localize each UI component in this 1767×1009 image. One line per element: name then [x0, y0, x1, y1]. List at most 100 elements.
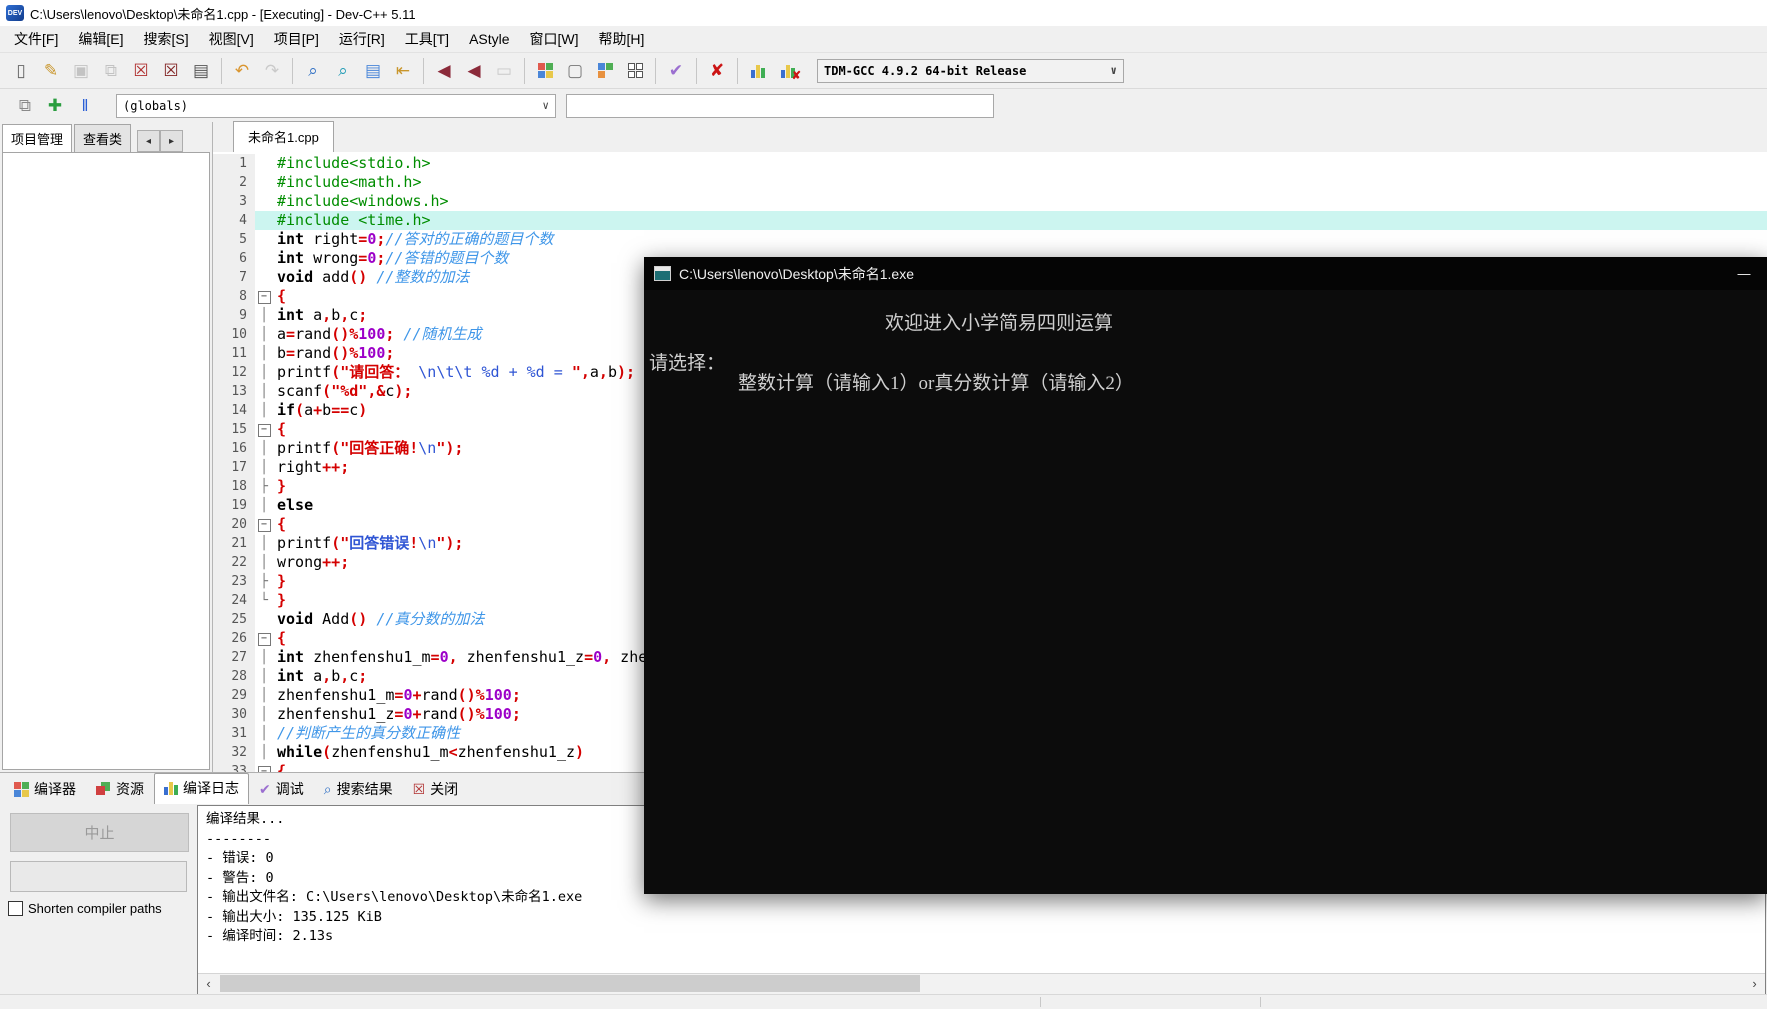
profile-button[interactable] [744, 57, 772, 85]
forward-button[interactable]: ◀ [460, 57, 488, 85]
console-output[interactable]: 欢迎进入小学简易四则运算 请选择： 整数计算（请输入1）or真分数计算（请输入2） [644, 290, 1767, 894]
fold-toggle[interactable]: − [255, 629, 273, 648]
line-number: 4 [213, 211, 255, 230]
title-bar: DEV C:\Users\lenovo\Desktop\未命名1.cpp - [… [0, 0, 1767, 26]
console-title-bar[interactable]: C:\Users\lenovo\Desktop\未命名1.exe — [644, 257, 1767, 290]
scrollbar-thumb[interactable] [220, 975, 920, 992]
package-manager-button[interactable] [621, 57, 649, 85]
bottom-tab-1[interactable]: 资源 [86, 774, 154, 803]
abort-button[interactable]: 中止 [10, 813, 189, 852]
undo-icon: ↶ [234, 61, 250, 80]
redo-button[interactable]: ↷ [258, 57, 286, 85]
member-select[interactable] [566, 93, 994, 118]
bottom-tab-3[interactable]: ✔ 调试 [249, 774, 314, 803]
fold-toggle[interactable]: − [255, 287, 273, 306]
goto-definition-button[interactable]: ▭ [490, 57, 518, 85]
menu-item-1[interactable]: 编辑[E] [68, 26, 133, 52]
fold-margin: │ [260, 403, 268, 418]
bottom-tab-0[interactable]: 编译器 [4, 774, 86, 803]
code-line-3[interactable]: 3 #include<windows.h> [213, 192, 1767, 211]
fold-margin: ├ [260, 574, 268, 589]
fold-margin: │ [260, 327, 268, 342]
log-line-6: - 编译时间: 2.13s [206, 928, 334, 944]
fold-toggle[interactable]: − [255, 515, 273, 534]
fold-margin: └ [260, 593, 268, 608]
fold-toggle[interactable]: − [255, 762, 273, 772]
goto-line-icon: ⇤ [395, 61, 411, 80]
tab-scroll-left-button[interactable]: ◂ [137, 130, 161, 152]
goto-line-button[interactable]: ⇤ [389, 57, 417, 85]
code-line-2[interactable]: 2 #include<math.h> [213, 173, 1767, 192]
abort-compile-button[interactable]: ✘ [703, 57, 731, 85]
fold-margin: │ [260, 745, 268, 760]
fold-margin: │ [260, 384, 268, 399]
menu-item-6[interactable]: 工具[T] [395, 26, 459, 52]
menu-item-2[interactable]: 搜索[S] [133, 26, 198, 52]
main-toolbar: ▯ ✎ ▣ ⧉ ☒ ☒ ▤ ↶ ↷ ⌕ ⌕ ▤ ⇤ ◀ ◀ ▭ ▢ ✔ ✘ ✘ TDM-GCC 4.9.2 64-bi… [0, 52, 1767, 88]
toolbar-separator [696, 57, 697, 84]
undo-button[interactable]: ↶ [228, 57, 256, 85]
menu-item-0[interactable]: 文件[F] [4, 26, 68, 52]
menu-item-9[interactable]: 帮助[H] [589, 26, 655, 52]
back-button[interactable]: ◀ [430, 57, 458, 85]
code-line-1[interactable]: 1 #include<stdio.h> [213, 154, 1767, 173]
close-file-button[interactable]: ☒ [127, 57, 155, 85]
menu-item-4[interactable]: 项目[P] [264, 26, 329, 52]
log-line-5: - 输出大小: 135.125 KiB [206, 908, 382, 925]
new-source-button[interactable]: ▢ [561, 57, 589, 85]
code-text: #include<stdio.h> [277, 154, 431, 172]
code-text: int right=0;//答对的正确的题目个数 [277, 230, 554, 248]
new-file-button[interactable]: ▯ [7, 57, 35, 85]
compile-check-button[interactable]: ✔ [662, 57, 690, 85]
find-in-files-button[interactable]: ⌕ [329, 57, 357, 85]
scroll-left-arrow[interactable]: ‹ [198, 974, 219, 993]
open-file-button[interactable]: ✎ [37, 57, 65, 85]
project-options-button[interactable] [591, 57, 619, 85]
fold-toggle[interactable]: − [255, 420, 273, 439]
menu-item-3[interactable]: 视图[V] [199, 26, 264, 52]
editor-tabstrip: 未命名1.cpp [213, 121, 1767, 153]
save-all-button[interactable]: ⧉ [97, 57, 125, 85]
find-button[interactable]: ⌕ [299, 57, 327, 85]
pause-button[interactable]: ‖ [71, 92, 99, 120]
code-line-5[interactable]: 5 int right=0;//答对的正确的题目个数 [213, 230, 1767, 249]
fold-margin: │ [260, 441, 268, 456]
compiler-select-value: TDM-GCC 4.9.2 64-bit Release [824, 63, 1027, 78]
compiler-select[interactable]: TDM-GCC 4.9.2 64-bit Release ∨ [817, 58, 1124, 83]
new-project-button[interactable] [531, 57, 559, 85]
class-select[interactable]: (globals) ∨ [116, 93, 556, 118]
shorten-paths-row: Shorten compiler paths [8, 901, 162, 916]
tab-scroll-right-button[interactable]: ▸ [160, 130, 184, 152]
toolbar-separator [423, 57, 424, 84]
bottom-tab-5[interactable]: ☒ 关闭 [403, 774, 469, 803]
shorten-paths-checkbox[interactable] [8, 901, 23, 916]
menu-item-7[interactable]: AStyle [459, 28, 519, 50]
panel-tab-0[interactable]: 项目管理 [2, 124, 73, 153]
add-item-button[interactable]: ✚ [41, 92, 69, 120]
print-button[interactable]: ▤ [187, 57, 215, 85]
save-button[interactable]: ▣ [67, 57, 95, 85]
bottom-tab-4[interactable]: ⌕ 搜索结果 [314, 774, 403, 803]
fold-margin: │ [260, 308, 268, 323]
delete-profile-button[interactable]: ✘ [774, 57, 802, 85]
fold-margin: │ [260, 726, 268, 741]
panel-tab-1[interactable]: 查看类 [74, 124, 132, 152]
replace-icon: ▤ [364, 61, 382, 80]
menu-item-5[interactable]: 运行[R] [329, 26, 395, 52]
editor-tab-unnamed1[interactable]: 未命名1.cpp [233, 121, 334, 153]
bottom-tab-2[interactable]: 编译日志 [154, 773, 249, 804]
project-tree[interactable] [2, 152, 210, 770]
line-number: 15 [213, 420, 255, 439]
code-line-4[interactable]: 4 #include <time.h> [213, 211, 1767, 230]
fold-margin [255, 249, 273, 268]
status-bar [0, 994, 1767, 1009]
scroll-right-arrow[interactable]: › [1744, 974, 1765, 993]
goto-definition-icon: ▭ [495, 61, 513, 80]
copy-doc-button[interactable]: ⧉ [11, 92, 39, 120]
menu-item-8[interactable]: 窗口[W] [520, 26, 589, 52]
line-number: 24 [213, 591, 255, 610]
minimize-button[interactable]: — [1721, 257, 1767, 290]
close-all-button[interactable]: ☒ [157, 57, 185, 85]
replace-button[interactable]: ▤ [359, 57, 387, 85]
toolbar-group-abort: ✘ [702, 57, 732, 85]
